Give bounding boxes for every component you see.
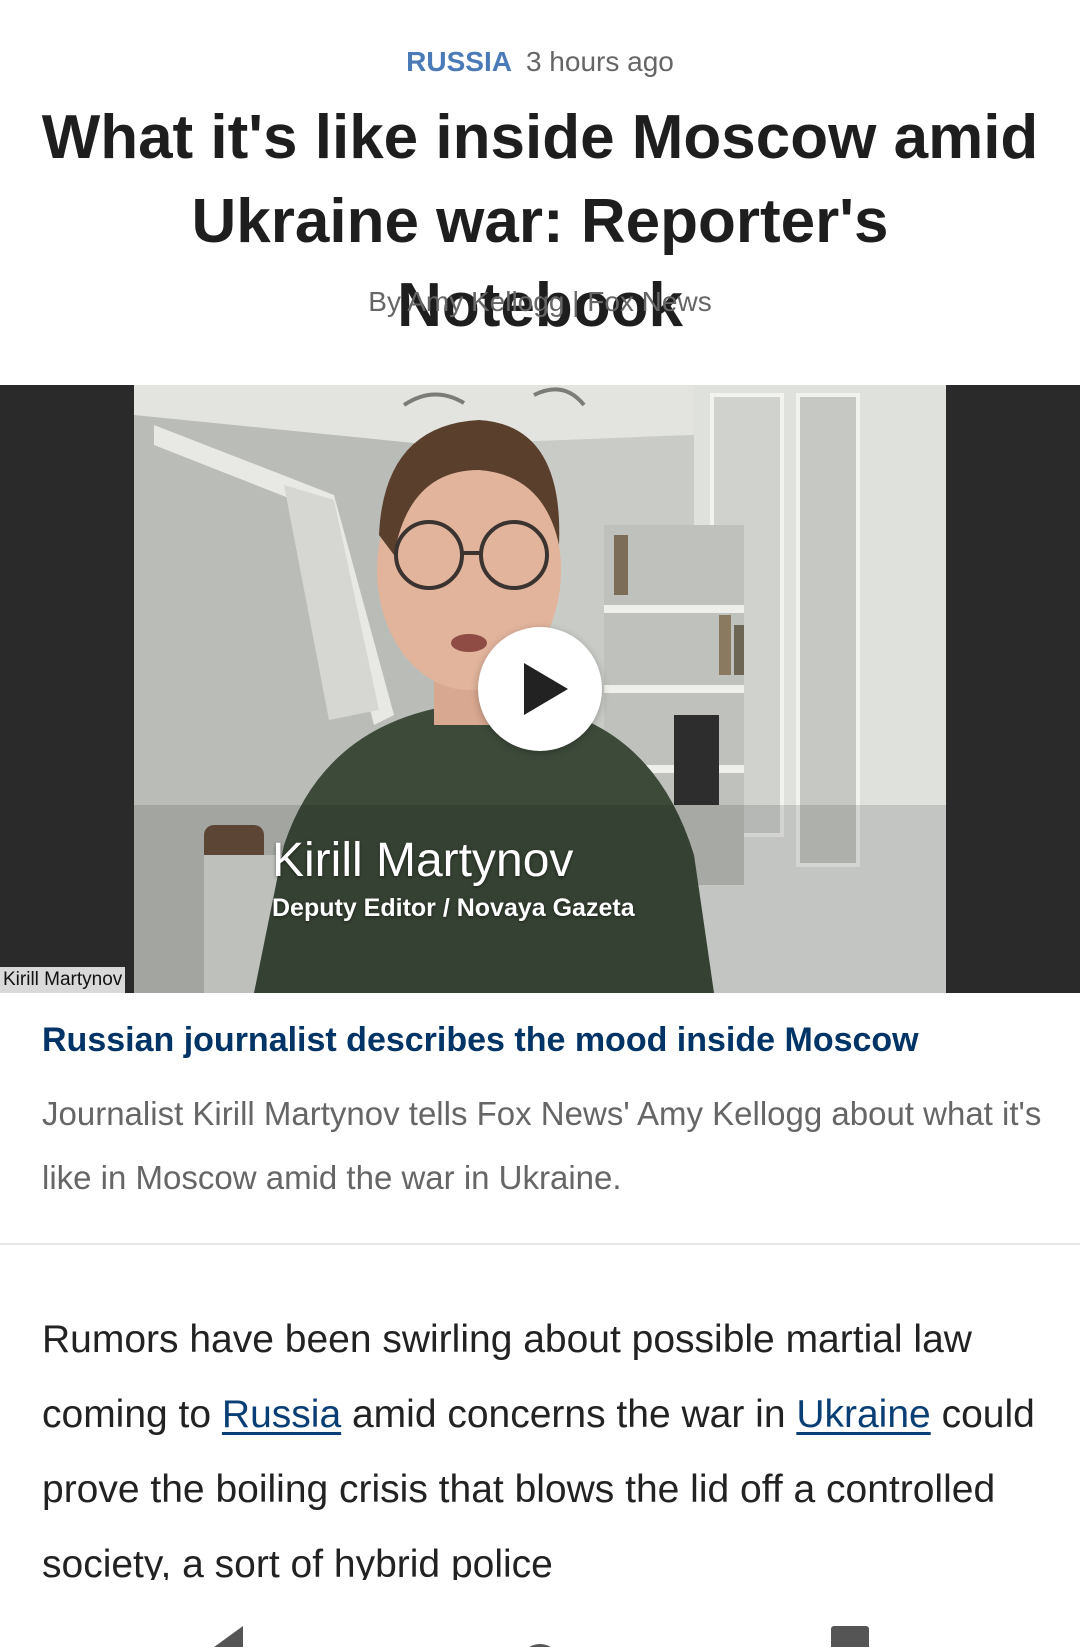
recents-square-icon bbox=[831, 1626, 869, 1652]
home-button[interactable] bbox=[510, 1580, 570, 1652]
article-paragraph: Rumors have been swirling about possible… bbox=[42, 1302, 1042, 1580]
article-body: Rumors have been swirling about possible… bbox=[0, 1290, 1080, 1580]
paragraph-text-mid: amid concerns the war in bbox=[341, 1393, 797, 1436]
video-title[interactable]: Russian journalist describes the mood in… bbox=[42, 1018, 1042, 1062]
play-button[interactable] bbox=[478, 627, 602, 751]
back-triangle-icon bbox=[207, 1626, 243, 1652]
lower-third-name: Kirill Martynov bbox=[272, 834, 574, 887]
back-button[interactable] bbox=[195, 1580, 245, 1652]
system-nav-bar bbox=[0, 1580, 1080, 1652]
video-description: Journalist Kirill Martynov tells Fox New… bbox=[42, 1095, 1042, 1196]
participant-label: Kirill Martynov bbox=[0, 967, 126, 993]
byline: By Amy Kellogg | Fox News bbox=[368, 286, 712, 317]
video-player[interactable]: Kirill Martynov Deputy Editor / Novaya G… bbox=[0, 385, 1080, 993]
play-icon bbox=[524, 663, 568, 715]
recents-button[interactable] bbox=[825, 1580, 875, 1652]
category-link[interactable]: RUSSIA bbox=[406, 46, 512, 77]
link-russia[interactable]: Russia bbox=[222, 1393, 341, 1436]
link-ukraine[interactable]: Ukraine bbox=[796, 1393, 930, 1436]
timestamp: 3 hours ago bbox=[525, 46, 674, 77]
article-meta: RUSSIA 3 hours ago bbox=[0, 44, 1080, 80]
home-circle-icon bbox=[524, 1644, 556, 1652]
lower-third-title: Deputy Editor / Novaya Gazeta bbox=[272, 894, 635, 922]
divider bbox=[0, 1243, 1080, 1245]
